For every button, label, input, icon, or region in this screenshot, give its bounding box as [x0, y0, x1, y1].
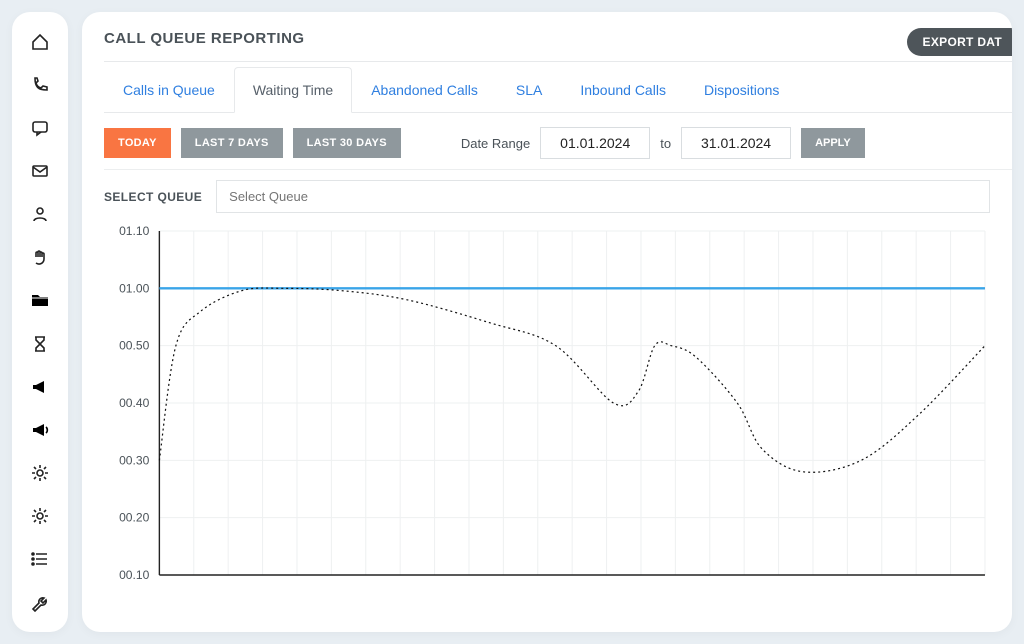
- chart: 01.10 01.00 00.50 00.40 00.30 00.20 00.10: [104, 225, 1012, 585]
- nav-folder[interactable]: [28, 289, 52, 312]
- tab-calls-in-queue[interactable]: Calls in Queue: [104, 67, 234, 113]
- export-button[interactable]: EXPORT DAT: [907, 28, 1012, 56]
- nav-phone[interactable]: [28, 73, 52, 96]
- tab-abandoned[interactable]: Abandoned Calls: [352, 67, 497, 113]
- date-range-label: Date Range: [461, 136, 530, 151]
- svg-text:00.40: 00.40: [119, 396, 150, 410]
- filter-week[interactable]: LAST 7 DAYS: [181, 128, 283, 158]
- apply-button[interactable]: APPLY: [801, 128, 865, 158]
- svg-text:00.30: 00.30: [119, 453, 150, 467]
- nav-megaphone2[interactable]: [28, 418, 52, 441]
- queue-select[interactable]: [216, 180, 990, 213]
- nav-wrench[interactable]: [28, 591, 52, 614]
- nav-hourglass[interactable]: [28, 332, 52, 355]
- phone-icon: [30, 75, 50, 95]
- nav-chat[interactable]: [28, 116, 52, 139]
- divider: [104, 169, 1012, 170]
- filter-today[interactable]: TODAY: [104, 128, 171, 158]
- wrench-icon: [30, 592, 50, 612]
- date-to-label: to: [660, 136, 671, 151]
- tab-dispositions[interactable]: Dispositions: [685, 67, 798, 113]
- divider: [104, 61, 1012, 62]
- nav-mail[interactable]: [28, 159, 52, 182]
- svg-text:01.00: 01.00: [119, 281, 150, 295]
- sidebar: [12, 12, 68, 632]
- main-panel: CALL QUEUE REPORTING EXPORT DAT Calls in…: [82, 12, 1012, 632]
- home-icon: [30, 32, 50, 52]
- nav-settings2[interactable]: [28, 505, 52, 528]
- tab-inbound[interactable]: Inbound Calls: [561, 67, 685, 113]
- filter-month[interactable]: LAST 30 DAYS: [293, 128, 401, 158]
- svg-text:00.20: 00.20: [119, 511, 150, 525]
- nav-home[interactable]: [28, 30, 52, 53]
- nav-list[interactable]: [28, 548, 52, 571]
- date-from-input[interactable]: [540, 127, 650, 159]
- folder-icon: [30, 290, 50, 310]
- nav-megaphone[interactable]: [28, 375, 52, 398]
- gear2-icon: [30, 506, 50, 526]
- user-icon: [30, 204, 50, 224]
- svg-text:01.10: 01.10: [119, 225, 150, 238]
- chat-icon: [30, 118, 50, 138]
- svg-text:00.50: 00.50: [119, 339, 150, 353]
- tab-sla[interactable]: SLA: [497, 67, 561, 113]
- list-icon: [30, 549, 50, 569]
- filter-bar: TODAY LAST 7 DAYS LAST 30 DAYS Date Rang…: [104, 127, 1012, 159]
- date-to-input[interactable]: [681, 127, 791, 159]
- hand-icon: [30, 247, 50, 267]
- queue-selector-row: SELECT QUEUE: [104, 180, 1012, 213]
- svg-text:00.10: 00.10: [119, 568, 150, 582]
- page-title: CALL QUEUE REPORTING: [104, 30, 305, 47]
- gear-icon: [30, 463, 50, 483]
- hourglass-icon: [30, 334, 50, 354]
- queue-label: SELECT QUEUE: [104, 190, 202, 204]
- nav-hand[interactable]: [28, 246, 52, 269]
- mail-icon: [30, 161, 50, 181]
- tabs: Calls in Queue Waiting Time Abandoned Ca…: [104, 66, 1012, 113]
- megaphone2-icon: [30, 420, 50, 440]
- nav-user[interactable]: [28, 203, 52, 226]
- nav-settings[interactable]: [28, 461, 52, 484]
- megaphone-icon: [30, 377, 50, 397]
- tab-waiting-time[interactable]: Waiting Time: [234, 67, 352, 113]
